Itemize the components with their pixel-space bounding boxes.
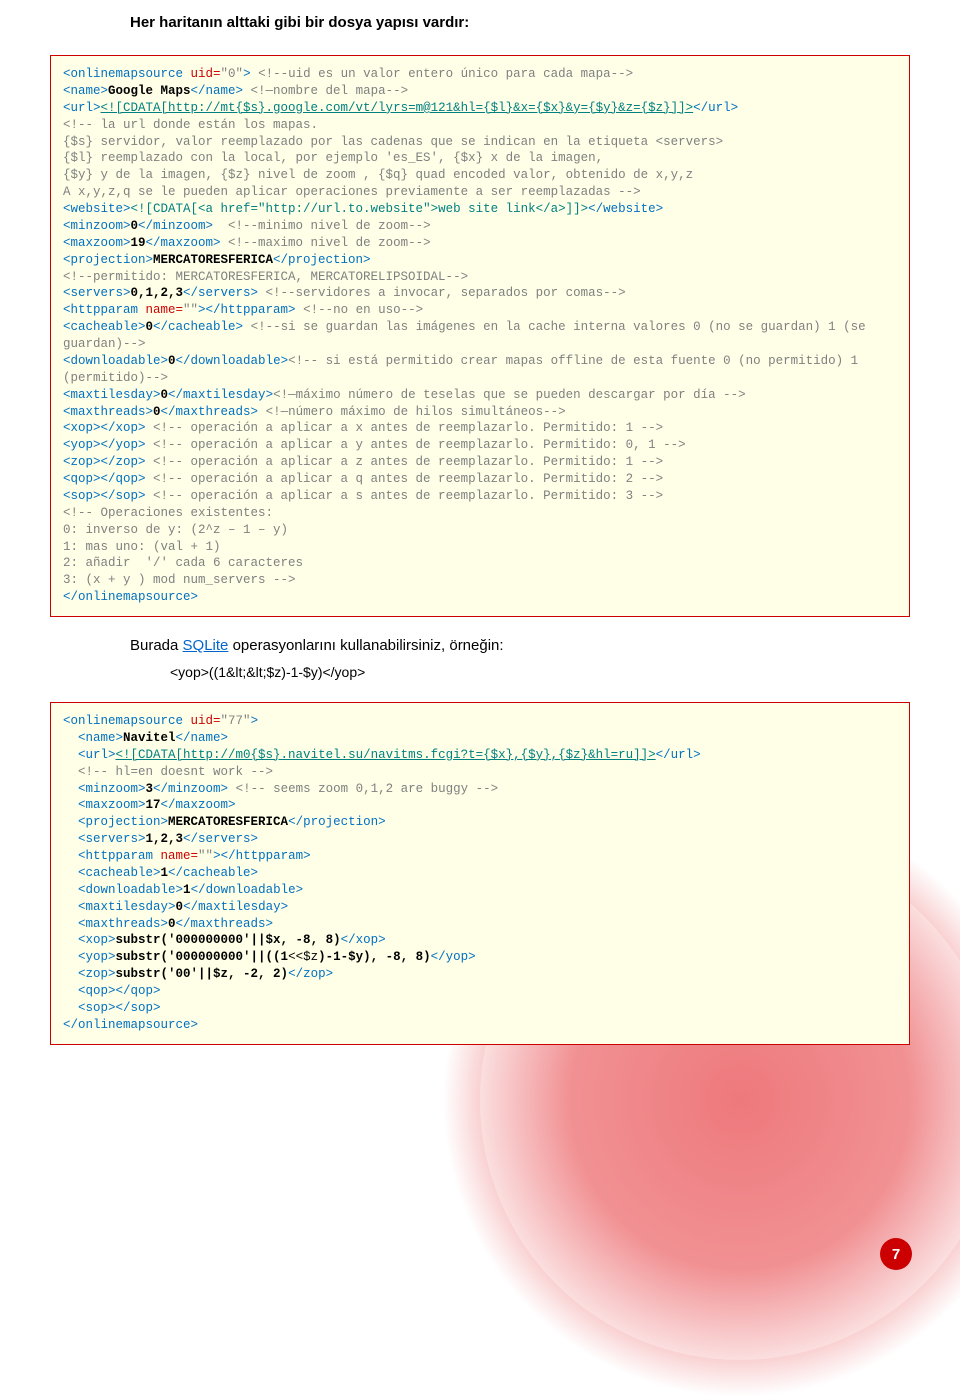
page-content: Her haritanın alttaki gibi bir dosya yap… bbox=[0, 0, 960, 1105]
sqlite-link[interactable]: SQLite bbox=[183, 637, 229, 654]
code-block-2: <onlinemapsource uid="77"> <name>Navitel… bbox=[50, 702, 910, 1045]
section-heading: Her haritanın alttaki gibi bir dosya yap… bbox=[130, 14, 910, 31]
yop-example: <yop>((1&lt;&lt;$z)-1-$y)</yop> bbox=[170, 664, 910, 680]
mid-paragraph: Burada SQLite operasyonlarını kullanabil… bbox=[130, 637, 910, 654]
page-number-badge: 7 bbox=[880, 1238, 912, 1270]
code-block-1: <onlinemapsource uid="0"> <!--uid es un … bbox=[50, 55, 910, 617]
